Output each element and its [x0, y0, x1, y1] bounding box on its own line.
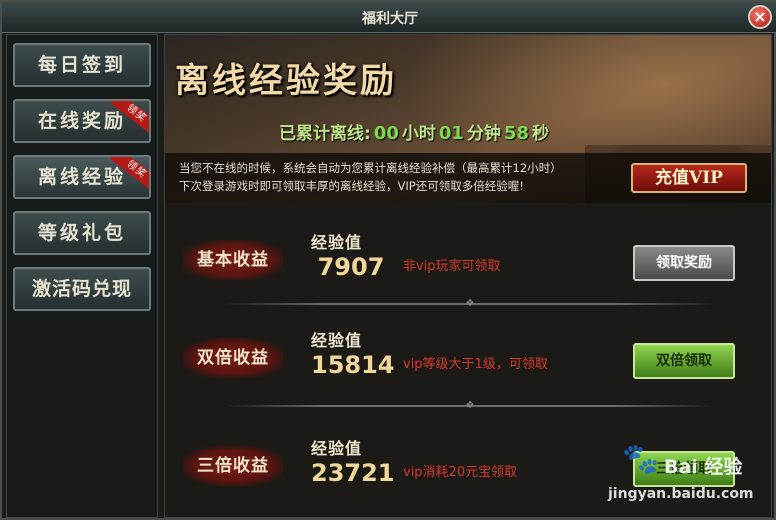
- reward-row-double: 双倍收益 经验值 15814 vip等级大于1级，可领取 双倍领取: [165, 311, 771, 407]
- hours-unit: 小时: [401, 124, 436, 144]
- row-divider: ❖: [225, 401, 715, 411]
- sidebar-item-daily-checkin[interactable]: 每日签到: [13, 43, 151, 87]
- offline-minutes: 01: [438, 123, 464, 144]
- description-text: 当您不在线的时候，系统会自动为您累计离线经验补偿（最高累计12小时） 下次登录游…: [179, 159, 562, 195]
- exp-value: 23721: [311, 459, 395, 487]
- reward-row-basic: 基本收益 经验值 7907 非vip玩家可领取 领取奖励: [165, 213, 771, 309]
- description-line-1: 当您不在线的时候，系统会自动为您累计离线经验补偿（最高累计12小时）: [179, 161, 562, 175]
- sidebar-item-label: 等级礼包: [37, 222, 126, 244]
- offline-prefix: 已累计离线:: [279, 124, 371, 144]
- exp-value: 15814: [311, 351, 395, 379]
- sidebar-item-online-reward[interactable]: 在线奖励 领奖: [13, 99, 151, 143]
- sidebar-item-activation-code[interactable]: 激活码兑现: [13, 267, 151, 311]
- baidu-paw-icon: 🐾: [622, 442, 660, 477]
- close-icon[interactable]: ×: [748, 5, 772, 29]
- double-claim-button[interactable]: 双倍领取: [633, 343, 735, 379]
- exp-label: 经验值: [311, 331, 363, 350]
- window-title: 福利大厅: [362, 11, 418, 27]
- exp-label: 经验值: [311, 233, 363, 252]
- offline-hours: 00: [373, 123, 399, 144]
- seconds-unit: 秒: [532, 124, 549, 144]
- sidebar: 每日签到 在线奖励 领奖 离线经验 领奖 等级礼包 激活码兑现: [6, 34, 158, 518]
- claim-condition: 非vip玩家可领取: [403, 259, 501, 274]
- sidebar-item-label: 激活码兑现: [31, 278, 132, 300]
- banner-title: 离线经验奖励: [175, 61, 397, 101]
- sidebar-item-level-gift[interactable]: 等级礼包: [13, 211, 151, 255]
- divider-ornament-icon: ❖: [465, 400, 475, 411]
- exp-label: 经验值: [311, 439, 363, 458]
- watermark-text: Bai 经验: [664, 456, 743, 478]
- baidu-jingyan-watermark: 🐾 Bai 经验 jingyan.baidu.com: [608, 442, 768, 512]
- sidebar-item-label: 在线奖励: [37, 110, 126, 132]
- claim-condition: vip等级大于1级，可领取: [403, 357, 548, 372]
- welfare-hall-window: 福利大厅 × 每日签到 在线奖励 领奖 离线经验 领奖 等级礼包 激活码兑现 离…: [0, 0, 776, 520]
- reward-tier-label: 双倍收益: [183, 338, 283, 378]
- sidebar-item-offline-exp[interactable]: 离线经验 领奖: [13, 155, 151, 199]
- reward-tier-label: 三倍收益: [183, 446, 283, 486]
- offline-exp-banner: 离线经验奖励 已累计离线: 00 小时 01 分钟 58 秒 当您不在线的时候，系统会自动为…: [165, 35, 771, 203]
- minutes-unit: 分钟: [466, 124, 501, 144]
- claim-reward-button[interactable]: 领取奖励: [633, 245, 735, 281]
- description-line-2: 下次登录游戏时即可领取丰厚的离线经验，VIP还可领取多倍经验喔!: [179, 179, 524, 193]
- recharge-vip-button[interactable]: 充值VIP: [631, 163, 747, 193]
- sidebar-item-label: 每日签到: [37, 54, 126, 76]
- offline-duration: 已累计离线: 00 小时 01 分钟 58 秒: [279, 119, 549, 144]
- watermark-url: jingyan.baidu.com: [608, 486, 754, 502]
- row-divider: ❖: [225, 299, 715, 309]
- sidebar-item-label: 离线经验: [37, 166, 126, 188]
- exp-value: 7907: [317, 253, 385, 281]
- offline-seconds: 58: [503, 123, 529, 144]
- title-bar[interactable]: 福利大厅 ×: [2, 2, 776, 33]
- reward-tier-label: 基本收益: [183, 240, 283, 280]
- claim-condition: vip消耗20元宝领取: [403, 465, 518, 480]
- divider-ornament-icon: ❖: [465, 298, 475, 309]
